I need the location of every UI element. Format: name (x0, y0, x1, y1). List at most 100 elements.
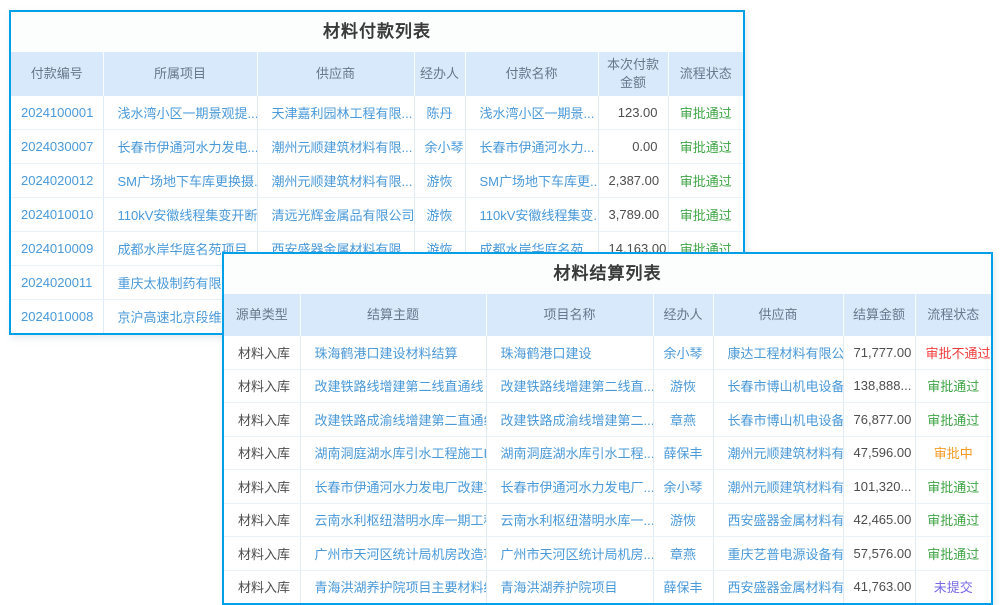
supplier-link[interactable]: 清远光辉金属品有限公司 (257, 198, 414, 232)
settlement-amount-value: 71,777.00 (843, 336, 915, 369)
status-badge: 审批通过 (915, 537, 991, 571)
status-badge: 审批通过 (915, 503, 991, 537)
supplier-link[interactable]: 西安盛器金属材料有... (713, 570, 843, 603)
handler-link[interactable]: 余小琴 (653, 336, 713, 369)
table-row: 2024030007长春市伊通河水力发电...潮州元顺建筑材料有限...余小琴长… (11, 130, 743, 164)
supplier-link[interactable]: 潮州元顺建筑材料有... (713, 436, 843, 470)
payment-id-link[interactable]: 2024100001 (11, 96, 103, 130)
payment-id-link[interactable]: 2024030007 (11, 130, 103, 164)
payment-id-link[interactable]: 2024010009 (11, 232, 103, 266)
project-name-link[interactable]: 改建铁路线增建第二线直... (486, 369, 653, 403)
status-badge: 审批通过 (668, 96, 743, 130)
payment-id-link[interactable]: 2024010008 (11, 300, 103, 334)
handler-link[interactable]: 章燕 (653, 403, 713, 437)
settlement-list-panel: 材料结算列表 源单类型结算主题项目名称经办人供应商结算金额流程状态材料入库珠海鹤… (222, 252, 993, 605)
project-name-link[interactable]: 青海洪湖养护院项目 (486, 570, 653, 603)
column-header: 付款名称 (465, 52, 598, 96)
handler-link[interactable]: 章燕 (653, 537, 713, 571)
supplier-link[interactable]: 西安盛器金属材料有... (713, 503, 843, 537)
payment-name-link[interactable]: SM广场地下车库更... (465, 164, 598, 198)
header-row: 源单类型结算主题项目名称经办人供应商结算金额流程状态 (224, 294, 991, 336)
status-badge: 审批通过 (668, 198, 743, 232)
source-type-value: 材料入库 (224, 369, 300, 403)
table-row: 2024020012SM广场地下车库更换摄...潮州元顺建筑材料有限...游恢S… (11, 164, 743, 198)
settlement-subject-link[interactable]: 广州市天河区统计局机房改造项目... (300, 537, 486, 571)
status-badge: 审批中 (915, 436, 991, 470)
payment-amount-value: 2,387.00 (598, 164, 668, 198)
status-badge: 审批通过 (668, 164, 743, 198)
payment-amount-value: 3,789.00 (598, 198, 668, 232)
settlement-subject-link[interactable]: 云南水利枢纽潜明水库一期工程施... (300, 503, 486, 537)
table-row: 材料入库改建铁路成渝线增建第二直通线（...改建铁路成渝线增建第二...章燕长春… (224, 403, 991, 437)
column-header: 结算主题 (300, 294, 486, 336)
source-type-value: 材料入库 (224, 503, 300, 537)
handler-link[interactable]: 游恢 (653, 369, 713, 403)
project-name-link[interactable]: 长春市伊通河水力发电厂... (486, 470, 653, 504)
handler-link[interactable]: 游恢 (414, 164, 465, 198)
handler-link[interactable]: 余小琴 (653, 470, 713, 504)
header-row: 付款编号所属项目供应商经办人付款名称本次付款金额流程状态 (11, 52, 743, 96)
project-link[interactable]: 110kV安徽线程集变开断... (103, 198, 257, 232)
project-name-link[interactable]: 广州市天河区统计局机房... (486, 537, 653, 571)
status-badge: 审批通过 (915, 470, 991, 504)
settlement-subject-link[interactable]: 青海洪湖养护院项目主要材料结算 (300, 570, 486, 603)
source-type-value: 材料入库 (224, 470, 300, 504)
settlement-subject-link[interactable]: 改建铁路成渝线增建第二直通线（... (300, 403, 486, 437)
column-header: 本次付款金额 (598, 52, 668, 96)
supplier-link[interactable]: 康达工程材料有限公司 (713, 336, 843, 369)
source-type-value: 材料入库 (224, 436, 300, 470)
supplier-link[interactable]: 重庆艺普电源设备有... (713, 537, 843, 571)
project-name-link[interactable]: 云南水利枢纽潜明水库一... (486, 503, 653, 537)
column-header: 源单类型 (224, 294, 300, 336)
column-header: 经办人 (653, 294, 713, 336)
payment-name-link[interactable]: 长春市伊通河水力... (465, 130, 598, 164)
supplier-link[interactable]: 长春市博山机电设备... (713, 403, 843, 437)
payment-id-link[interactable]: 2024010010 (11, 198, 103, 232)
settlement-subject-link[interactable]: 湖南洞庭湖水库引水工程施工I标材... (300, 436, 486, 470)
table-row: 材料入库广州市天河区统计局机房改造项目...广州市天河区统计局机房...章燕重庆… (224, 537, 991, 571)
project-link[interactable]: 长春市伊通河水力发电... (103, 130, 257, 164)
project-name-link[interactable]: 湖南洞庭湖水库引水工程... (486, 436, 653, 470)
column-header: 项目名称 (486, 294, 653, 336)
status-badge: 审批通过 (915, 403, 991, 437)
settlement-table: 源单类型结算主题项目名称经办人供应商结算金额流程状态材料入库珠海鹤港口建设材料结… (224, 294, 991, 603)
status-badge: 审批不通过 (915, 336, 991, 369)
payment-name-link[interactable]: 110kV安徽线程集变... (465, 198, 598, 232)
payment-amount-value: 0.00 (598, 130, 668, 164)
settlement-subject-link[interactable]: 改建铁路线增建第二线直通线（成... (300, 369, 486, 403)
settlement-list-title: 材料结算列表 (224, 254, 991, 294)
handler-link[interactable]: 薛保丰 (653, 570, 713, 603)
project-link[interactable]: SM广场地下车库更换摄... (103, 164, 257, 198)
handler-link[interactable]: 游恢 (653, 503, 713, 537)
supplier-link[interactable]: 潮州元顺建筑材料有限... (257, 130, 414, 164)
settlement-amount-value: 41,763.00 (843, 570, 915, 603)
handler-link[interactable]: 余小琴 (414, 130, 465, 164)
handler-link[interactable]: 薛保丰 (653, 436, 713, 470)
settlement-subject-link[interactable]: 珠海鹤港口建设材料结算 (300, 336, 486, 369)
payment-id-link[interactable]: 2024020011 (11, 266, 103, 300)
supplier-link[interactable]: 天津嘉利园林工程有限... (257, 96, 414, 130)
table-row: 材料入库改建铁路线增建第二线直通线（成...改建铁路线增建第二线直...游恢长春… (224, 369, 991, 403)
settlement-amount-value: 42,465.00 (843, 503, 915, 537)
table-row: 材料入库长春市伊通河水力发电厂改建工程...长春市伊通河水力发电厂...余小琴潮… (224, 470, 991, 504)
column-header: 付款编号 (11, 52, 103, 96)
handler-link[interactable]: 游恢 (414, 198, 465, 232)
table-row: 材料入库云南水利枢纽潜明水库一期工程施...云南水利枢纽潜明水库一...游恢西安… (224, 503, 991, 537)
table-row: 材料入库青海洪湖养护院项目主要材料结算青海洪湖养护院项目薛保丰西安盛器金属材料有… (224, 570, 991, 603)
supplier-link[interactable]: 潮州元顺建筑材料有... (713, 470, 843, 504)
handler-link[interactable]: 陈丹 (414, 96, 465, 130)
settlement-amount-value: 101,320... (843, 470, 915, 504)
supplier-link[interactable]: 潮州元顺建筑材料有限... (257, 164, 414, 198)
project-link[interactable]: 浅水湾小区一期景观提... (103, 96, 257, 130)
payment-id-link[interactable]: 2024020012 (11, 164, 103, 198)
supplier-link[interactable]: 长春市博山机电设备... (713, 369, 843, 403)
payment-name-link[interactable]: 浅水湾小区一期景... (465, 96, 598, 130)
source-type-value: 材料入库 (224, 403, 300, 437)
project-name-link[interactable]: 珠海鹤港口建设 (486, 336, 653, 369)
settlement-subject-link[interactable]: 长春市伊通河水力发电厂改建工程... (300, 470, 486, 504)
source-type-value: 材料入库 (224, 537, 300, 571)
source-type-value: 材料入库 (224, 336, 300, 369)
column-header: 结算金额 (843, 294, 915, 336)
project-name-link[interactable]: 改建铁路成渝线增建第二... (486, 403, 653, 437)
column-header: 供应商 (257, 52, 414, 96)
